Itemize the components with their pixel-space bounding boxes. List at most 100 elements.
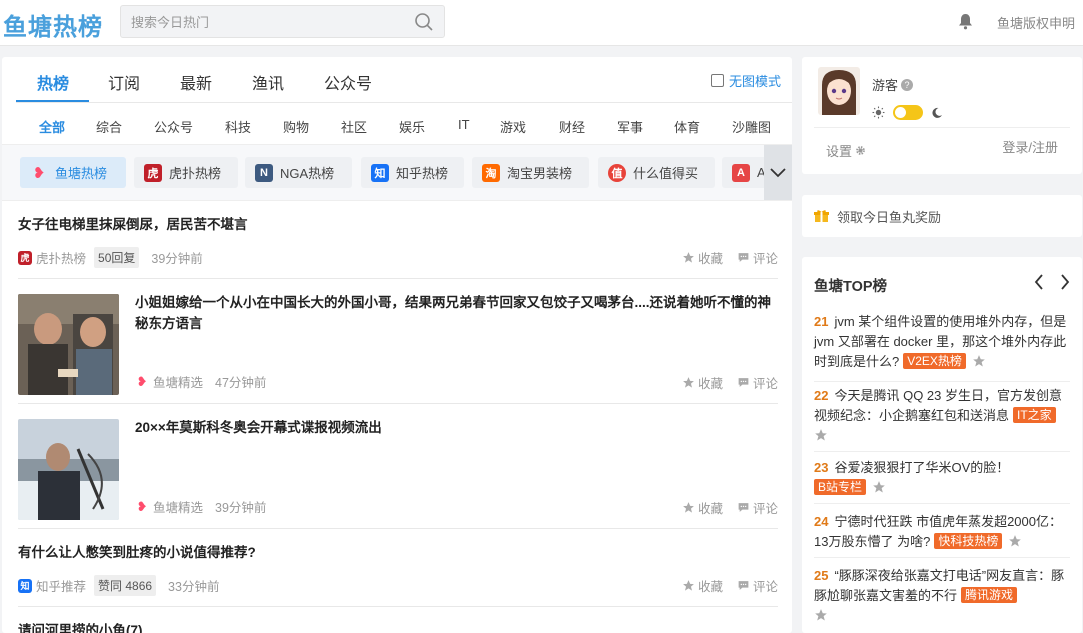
feed-item-time: 39分钟前 <box>215 501 267 515</box>
theme-switcher <box>872 105 943 120</box>
feed-item-thumbnail[interactable] <box>18 294 119 395</box>
category-funny-pics[interactable]: 沙雕图 <box>732 117 771 136</box>
category-general[interactable]: 综合 <box>96 117 122 136</box>
no-image-label: 无图模式 <box>729 74 782 89</box>
source-tag[interactable]: 腾讯游戏 <box>961 587 1018 603</box>
comment-button[interactable]: 评论 <box>737 373 778 392</box>
feed-item-source[interactable]: 鱼塘精选 <box>153 497 203 516</box>
help-icon[interactable]: ? <box>901 78 914 91</box>
divider <box>814 127 1070 128</box>
moon-icon <box>932 107 942 118</box>
collect-button[interactable]: 收藏 <box>682 576 723 595</box>
feed-item[interactable]: 有什么让人憋笑到肚疼的小说值得推荐? 知 知乎推荐 赞同 4866 33分钟前 … <box>18 529 778 607</box>
daily-reward-button[interactable]: 领取今日鱼丸奖励 <box>802 195 1082 237</box>
main-tabs: 热榜 订阅 最新 渔讯 公众号 无图模式 <box>16 57 792 103</box>
source-tag[interactable]: 快科技热榜 <box>934 533 1003 549</box>
star-icon[interactable] <box>1008 534 1022 548</box>
no-image-toggle[interactable]: 无图模式 <box>711 71 781 90</box>
comment-button[interactable]: 评论 <box>737 498 778 517</box>
collect-button[interactable]: 收藏 <box>682 498 723 517</box>
star-icon[interactable] <box>814 428 828 442</box>
source-taobao[interactable]: 淘 淘宝男装榜 <box>472 157 589 188</box>
bell-icon[interactable] <box>958 13 973 30</box>
login-register-link[interactable]: 登录/注册 <box>1002 137 1058 156</box>
feed-item[interactable]: 女子往电梯里抹屎倒尿，居民苦不堪言 虎 虎扑热榜 50回复 39分钟前 收藏 评… <box>18 201 778 279</box>
feed-item[interactable]: 小姐姐嫁给一个从小在中国长大的外国小哥，结果两兄弟春节回家又包饺子又喝茅台...… <box>18 279 778 404</box>
feed-item-source[interactable]: 知乎推荐 <box>36 576 86 595</box>
copyright-link[interactable]: 鱼塘版权申明 <box>997 13 1075 32</box>
tab-latest[interactable]: 最新 <box>180 70 212 94</box>
search-icon[interactable] <box>414 12 434 32</box>
thumbnail-image <box>18 419 119 520</box>
category-official[interactable]: 公众号 <box>154 117 193 136</box>
feed-item-title[interactable]: 有什么让人憋笑到肚疼的小说值得推荐? <box>18 542 758 563</box>
feed-item-actions: 收藏 评论 <box>682 373 778 392</box>
avatar-image <box>818 67 860 115</box>
feed-item-source[interactable]: 虎扑热榜 <box>36 248 86 267</box>
avatar[interactable] <box>818 67 860 115</box>
top-ranking-item[interactable]: 25 “豚豚深夜给张嘉文打电话”网友直言：豚豚尬聊张嘉文害羞的不行 腾讯游戏 <box>814 566 1070 632</box>
feed-item-actions: 收藏 评论 <box>682 498 778 517</box>
top-ranking-nav <box>1034 274 1070 290</box>
tab-official-accounts[interactable]: 公众号 <box>324 70 372 94</box>
category-entertainment[interactable]: 娱乐 <box>399 117 425 136</box>
feed-item-title[interactable]: 女子往电梯里抹屎倒尿，居民苦不堪言 <box>18 214 758 235</box>
category-shopping[interactable]: 购物 <box>283 117 309 136</box>
category-games[interactable]: 游戏 <box>500 117 526 136</box>
collect-button[interactable]: 收藏 <box>682 248 723 267</box>
tab-news[interactable]: 渔讯 <box>252 70 284 94</box>
star-icon <box>683 377 694 388</box>
source-tag[interactable]: IT之家 <box>1013 407 1056 423</box>
source-expand-button[interactable] <box>764 145 792 200</box>
category-finance[interactable]: 财经 <box>559 117 585 136</box>
upvote-count-badge: 赞同 4866 <box>94 575 157 596</box>
category-it[interactable]: IT <box>458 117 470 132</box>
source-tag[interactable]: B站专栏 <box>814 479 867 495</box>
top-ranking-item[interactable]: 23 谷爱凌狠狠打了华米OV的脸！ B站专栏 <box>814 458 1070 504</box>
feed-item[interactable]: 请问河里捞的小鱼(7) <box>18 607 778 633</box>
tab-subscribe[interactable]: 订阅 <box>108 70 140 94</box>
source-smzdm[interactable]: 值 什么值得买 <box>598 157 715 188</box>
feed-item-title[interactable]: 小姐姐嫁给一个从小在中国长大的外国小哥，结果两兄弟春节回家又包饺子又喝茅台...… <box>135 292 778 334</box>
star-icon[interactable] <box>972 354 986 368</box>
category-community[interactable]: 社区 <box>341 117 367 136</box>
feed-item-title[interactable]: 请问河里捞的小鱼(7) <box>18 620 758 633</box>
source-fish-hot[interactable]: ❥ 鱼塘热榜 <box>20 157 126 188</box>
feed-item-source[interactable]: 鱼塘精选 <box>153 372 203 391</box>
chevron-right-icon[interactable] <box>1060 274 1070 290</box>
category-tech[interactable]: 科技 <box>225 117 251 136</box>
comment-button[interactable]: 评论 <box>737 576 778 595</box>
top-ranking-item[interactable]: 24 宁德时代狂跌 市值虎年蒸发超2000亿：13万股东懵了 为啥? 快科技热榜 <box>814 512 1070 558</box>
feed-item-title[interactable]: 20××年莫斯科冬奥会开幕式谍报视频流出 <box>135 417 778 438</box>
source-tag[interactable]: V2EX热榜 <box>903 353 966 369</box>
fish-icon: ❥ <box>136 498 148 514</box>
chevron-left-icon[interactable] <box>1034 274 1044 290</box>
category-all[interactable]: 全部 <box>39 117 65 136</box>
site-logo[interactable]: 鱼塘热榜 <box>3 7 103 42</box>
tab-hot[interactable]: 热榜 <box>37 70 69 94</box>
top-ranking-item[interactable]: 22 今天是腾讯 QQ 23 岁生日，官方发创意视频纪念：小企鹅塞红包和送消息 IT… <box>814 386 1070 452</box>
no-image-checkbox[interactable] <box>711 74 724 87</box>
star-icon[interactable] <box>814 608 828 622</box>
theme-toggle[interactable] <box>893 105 923 120</box>
star-icon[interactable] <box>872 480 886 494</box>
comment-icon <box>738 378 749 387</box>
feed-item[interactable]: 20××年莫斯科冬奥会开幕式谍报视频流出 ❥ 鱼塘精选 39分钟前 收藏 评论 <box>18 404 778 529</box>
comment-icon <box>738 503 749 512</box>
active-tab-indicator <box>16 100 89 102</box>
settings-link[interactable]: 设置 <box>826 141 866 160</box>
collect-button[interactable]: 收藏 <box>682 373 723 392</box>
top-ranking-title: 鱼塘TOP榜 <box>814 279 888 295</box>
source-nga[interactable]: N NGA热榜 <box>245 157 352 188</box>
comment-button[interactable]: 评论 <box>737 248 778 267</box>
gear-icon <box>856 146 865 155</box>
search-box[interactable] <box>120 5 445 38</box>
category-military[interactable]: 军事 <box>617 117 643 136</box>
feed-item-thumbnail[interactable] <box>18 419 119 520</box>
zhihu-icon: 知 <box>371 163 389 182</box>
category-sports[interactable]: 体育 <box>674 117 700 136</box>
search-input[interactable] <box>131 12 401 32</box>
source-hupu[interactable]: 虎 虎扑热榜 <box>134 157 238 188</box>
source-zhihu[interactable]: 知 知乎热榜 <box>361 157 464 188</box>
top-ranking-item[interactable]: 21 jvm 某个组件设置的使用堆外内存，但是 jvm 又部署在 docker 里… <box>814 312 1070 382</box>
